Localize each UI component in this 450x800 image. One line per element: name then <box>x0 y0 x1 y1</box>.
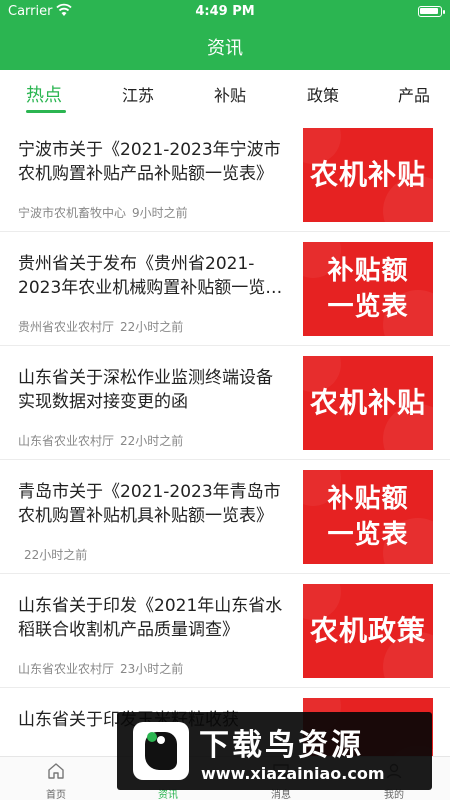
thumbnail-caption: 补贴额 一览表 <box>327 484 409 550</box>
article-time: 22小时之前 <box>120 320 184 334</box>
tab-hot[interactable]: 热点 <box>26 81 62 107</box>
article-meta: 山东省农业农村厅 22小时之前 <box>18 432 183 449</box>
home-icon <box>48 763 64 779</box>
thumbnail-caption: 农机补贴 <box>309 158 426 191</box>
article-time: 9小时之前 <box>132 206 188 220</box>
article-item[interactable]: 贵州省关于发布《贵州省2021-2023年农业机械购置补贴额一览表》 贵州省农业… <box>0 232 450 346</box>
active-tab-indicator <box>26 110 66 113</box>
tab-product[interactable]: 产品 <box>398 82 430 106</box>
article-time: 22小时之前 <box>120 434 184 448</box>
article-title: 山东省关于印发《2021年山东省水稻联合收割机产品质量调查》 <box>18 596 283 640</box>
thumbnail-caption: 农机政策 <box>309 614 426 647</box>
bird-logo-icon <box>133 722 189 780</box>
article-source: 山东省农业农村厅 <box>18 662 115 676</box>
bottom-tab-label: 首页 <box>46 790 66 800</box>
battery-icon <box>418 6 445 17</box>
tab-policy[interactable]: 政策 <box>307 82 339 106</box>
article-thumbnail: 农机政策 <box>303 584 433 678</box>
article-item[interactable]: 山东省关于印发《2021年山东省水稻联合收割机产品质量调查》 山东省农业农村厅 2… <box>0 574 450 688</box>
category-tabs: 热点 江苏 补贴 政策 产品 <box>0 70 450 118</box>
article-meta: 山东省农业农村厅 23小时之前 <box>18 660 183 677</box>
watermark-title: 下载鸟资源 <box>199 728 364 763</box>
app-header: Carrier 4:49 PM 资讯 <box>0 0 450 70</box>
article-title: 青岛市关于《2021-2023年青岛市农机购置补贴机具补贴额一览表》 <box>18 482 281 526</box>
article-title: 山东省关于深松作业监测终端设备实现数据对接变更的函 <box>18 368 273 412</box>
article-title: 宁波市关于《2021-2023年宁波市农机购置补贴产品补贴额一览表》 <box>18 140 281 184</box>
tab-subsidy[interactable]: 补贴 <box>214 82 246 106</box>
article-item[interactable]: 山东省关于深松作业监测终端设备实现数据对接变更的函 山东省农业农村厅 22小时之前… <box>0 346 450 460</box>
article-meta: 贵州省农业农村厅 22小时之前 <box>18 318 183 335</box>
article-item[interactable]: 青岛市关于《2021-2023年青岛市农机购置补贴机具补贴额一览表》 22小时之… <box>0 460 450 574</box>
status-time: 4:49 PM <box>195 4 255 19</box>
article-source: 贵州省农业农村厅 <box>18 320 115 334</box>
article-thumbnail: 补贴额 一览表 <box>303 470 433 564</box>
thumbnail-caption: 补贴额 一览表 <box>327 256 409 322</box>
article-list: 宁波市关于《2021-2023年宁波市农机购置补贴产品补贴额一览表》 宁波市农机… <box>0 118 450 756</box>
article-time: 23小时之前 <box>120 662 184 676</box>
article-meta: 宁波市农机畜牧中心 9小时之前 <box>18 204 188 221</box>
article-source: 山东省农业农村厅 <box>18 434 115 448</box>
article-source: 宁波市农机畜牧中心 <box>18 206 127 220</box>
bottom-tab-home[interactable]: 首页 <box>0 757 112 800</box>
page-title: 资讯 <box>207 38 243 59</box>
tab-jiangsu[interactable]: 江苏 <box>122 82 154 106</box>
article-meta: 22小时之前 <box>24 546 87 563</box>
status-bar: Carrier 4:49 PM <box>0 0 450 24</box>
article-thumbnail: 补贴额 一览表 <box>303 242 433 336</box>
article-thumbnail: 农机补贴 <box>303 128 433 222</box>
article-item[interactable]: 宁波市关于《2021-2023年宁波市农机购置补贴产品补贴额一览表》 宁波市农机… <box>0 118 450 232</box>
watermark-url: www.xiazainiao.com <box>201 764 385 783</box>
article-title: 贵州省关于发布《贵州省2021-2023年农业机械购置补贴额一览表》 <box>18 254 266 298</box>
article-time: 22小时之前 <box>24 548 88 562</box>
article-thumbnail: 农机补贴 <box>303 356 433 450</box>
watermark-banner: 下载鸟资源 www.xiazainiao.com <box>117 712 432 790</box>
thumbnail-caption: 农机补贴 <box>309 386 426 419</box>
